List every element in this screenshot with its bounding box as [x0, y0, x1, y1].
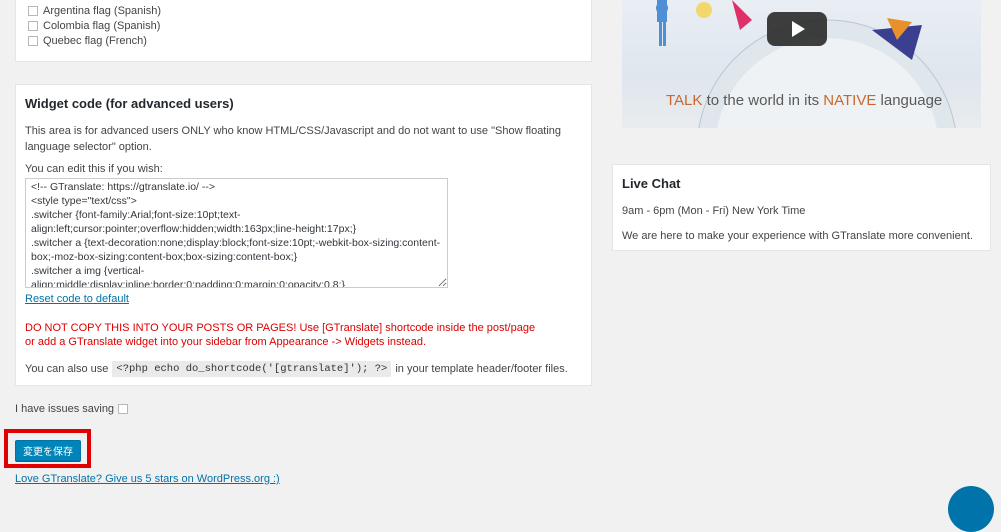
php-usage-note: You can also use <?php echo do_shortcode… — [25, 361, 568, 377]
flag-label: Argentina flag (Spanish) — [43, 5, 162, 17]
play-icon[interactable] — [767, 12, 827, 46]
widget-code-textarea[interactable] — [25, 178, 448, 288]
flag-option-colombia[interactable]: Colombia flag (Spanish) — [28, 19, 160, 33]
issues-saving-checkbox[interactable] — [118, 404, 129, 414]
flag-option-argentina[interactable]: Argentina flag (Spanish) — [28, 4, 161, 18]
reset-code-link[interactable]: Reset code to default — [25, 293, 129, 305]
copy-warning-line-1: DO NOT COPY THIS INTO YOUR POSTS OR PAGE… — [25, 322, 536, 334]
flag-checkbox[interactable] — [28, 36, 38, 46]
flag-option-quebec[interactable]: Quebec flag (French) — [28, 34, 147, 48]
edit-code-label: You can edit this if you wish: — [25, 163, 163, 175]
php-snippet: <?php echo do_shortcode('[gtranslate]');… — [112, 361, 392, 377]
tagline-native: NATIVE — [823, 92, 877, 109]
save-changes-button[interactable]: 変更を保存 — [15, 440, 81, 461]
live-chat-panel: Live Chat 9am - 6pm (Mon - Fri) New York… — [612, 164, 991, 251]
widget-code-title: Widget code (for advanced users) — [25, 96, 234, 111]
widget-code-panel: Widget code (for advanced users) This ar… — [15, 84, 592, 386]
tagline-middle: to the world in its — [702, 92, 824, 109]
flag-checkbox[interactable] — [28, 6, 38, 16]
live-chat-hours: 9am - 6pm (Mon - Fri) New York Time — [622, 205, 806, 217]
copy-warning: DO NOT COPY THIS INTO YOUR POSTS OR PAGE… — [25, 321, 585, 349]
php-usage-prefix: You can also use — [25, 363, 109, 375]
tagline-end: language — [876, 92, 943, 109]
flag-checkbox[interactable] — [28, 21, 38, 31]
live-chat-title: Live Chat — [622, 176, 681, 191]
widget-code-description: This area is for advanced users ONLY who… — [25, 125, 562, 153]
php-usage-suffix: in your template header/footer files. — [395, 363, 568, 375]
tagline-talk: TALK — [666, 92, 703, 109]
copy-warning-line-2: or add a GTranslate widget into your sid… — [25, 336, 427, 348]
rate-plugin-link[interactable]: Love GTranslate? Give us 5 stars on Word… — [15, 473, 280, 485]
live-chat-message: We are here to make your experience with… — [622, 230, 973, 242]
flag-label: Colombia flag (Spanish) — [43, 20, 161, 32]
issues-saving-row: I have issues saving — [15, 403, 129, 415]
flag-label: Quebec flag (French) — [43, 35, 147, 47]
video-tagline: TALK to the world in its NATIVE language — [666, 92, 942, 109]
issues-saving-label: I have issues saving — [15, 403, 115, 415]
chat-launcher-icon[interactable] — [948, 486, 994, 532]
promo-video-thumbnail[interactable]: TALK to the world in its NATIVE language — [622, 0, 981, 128]
